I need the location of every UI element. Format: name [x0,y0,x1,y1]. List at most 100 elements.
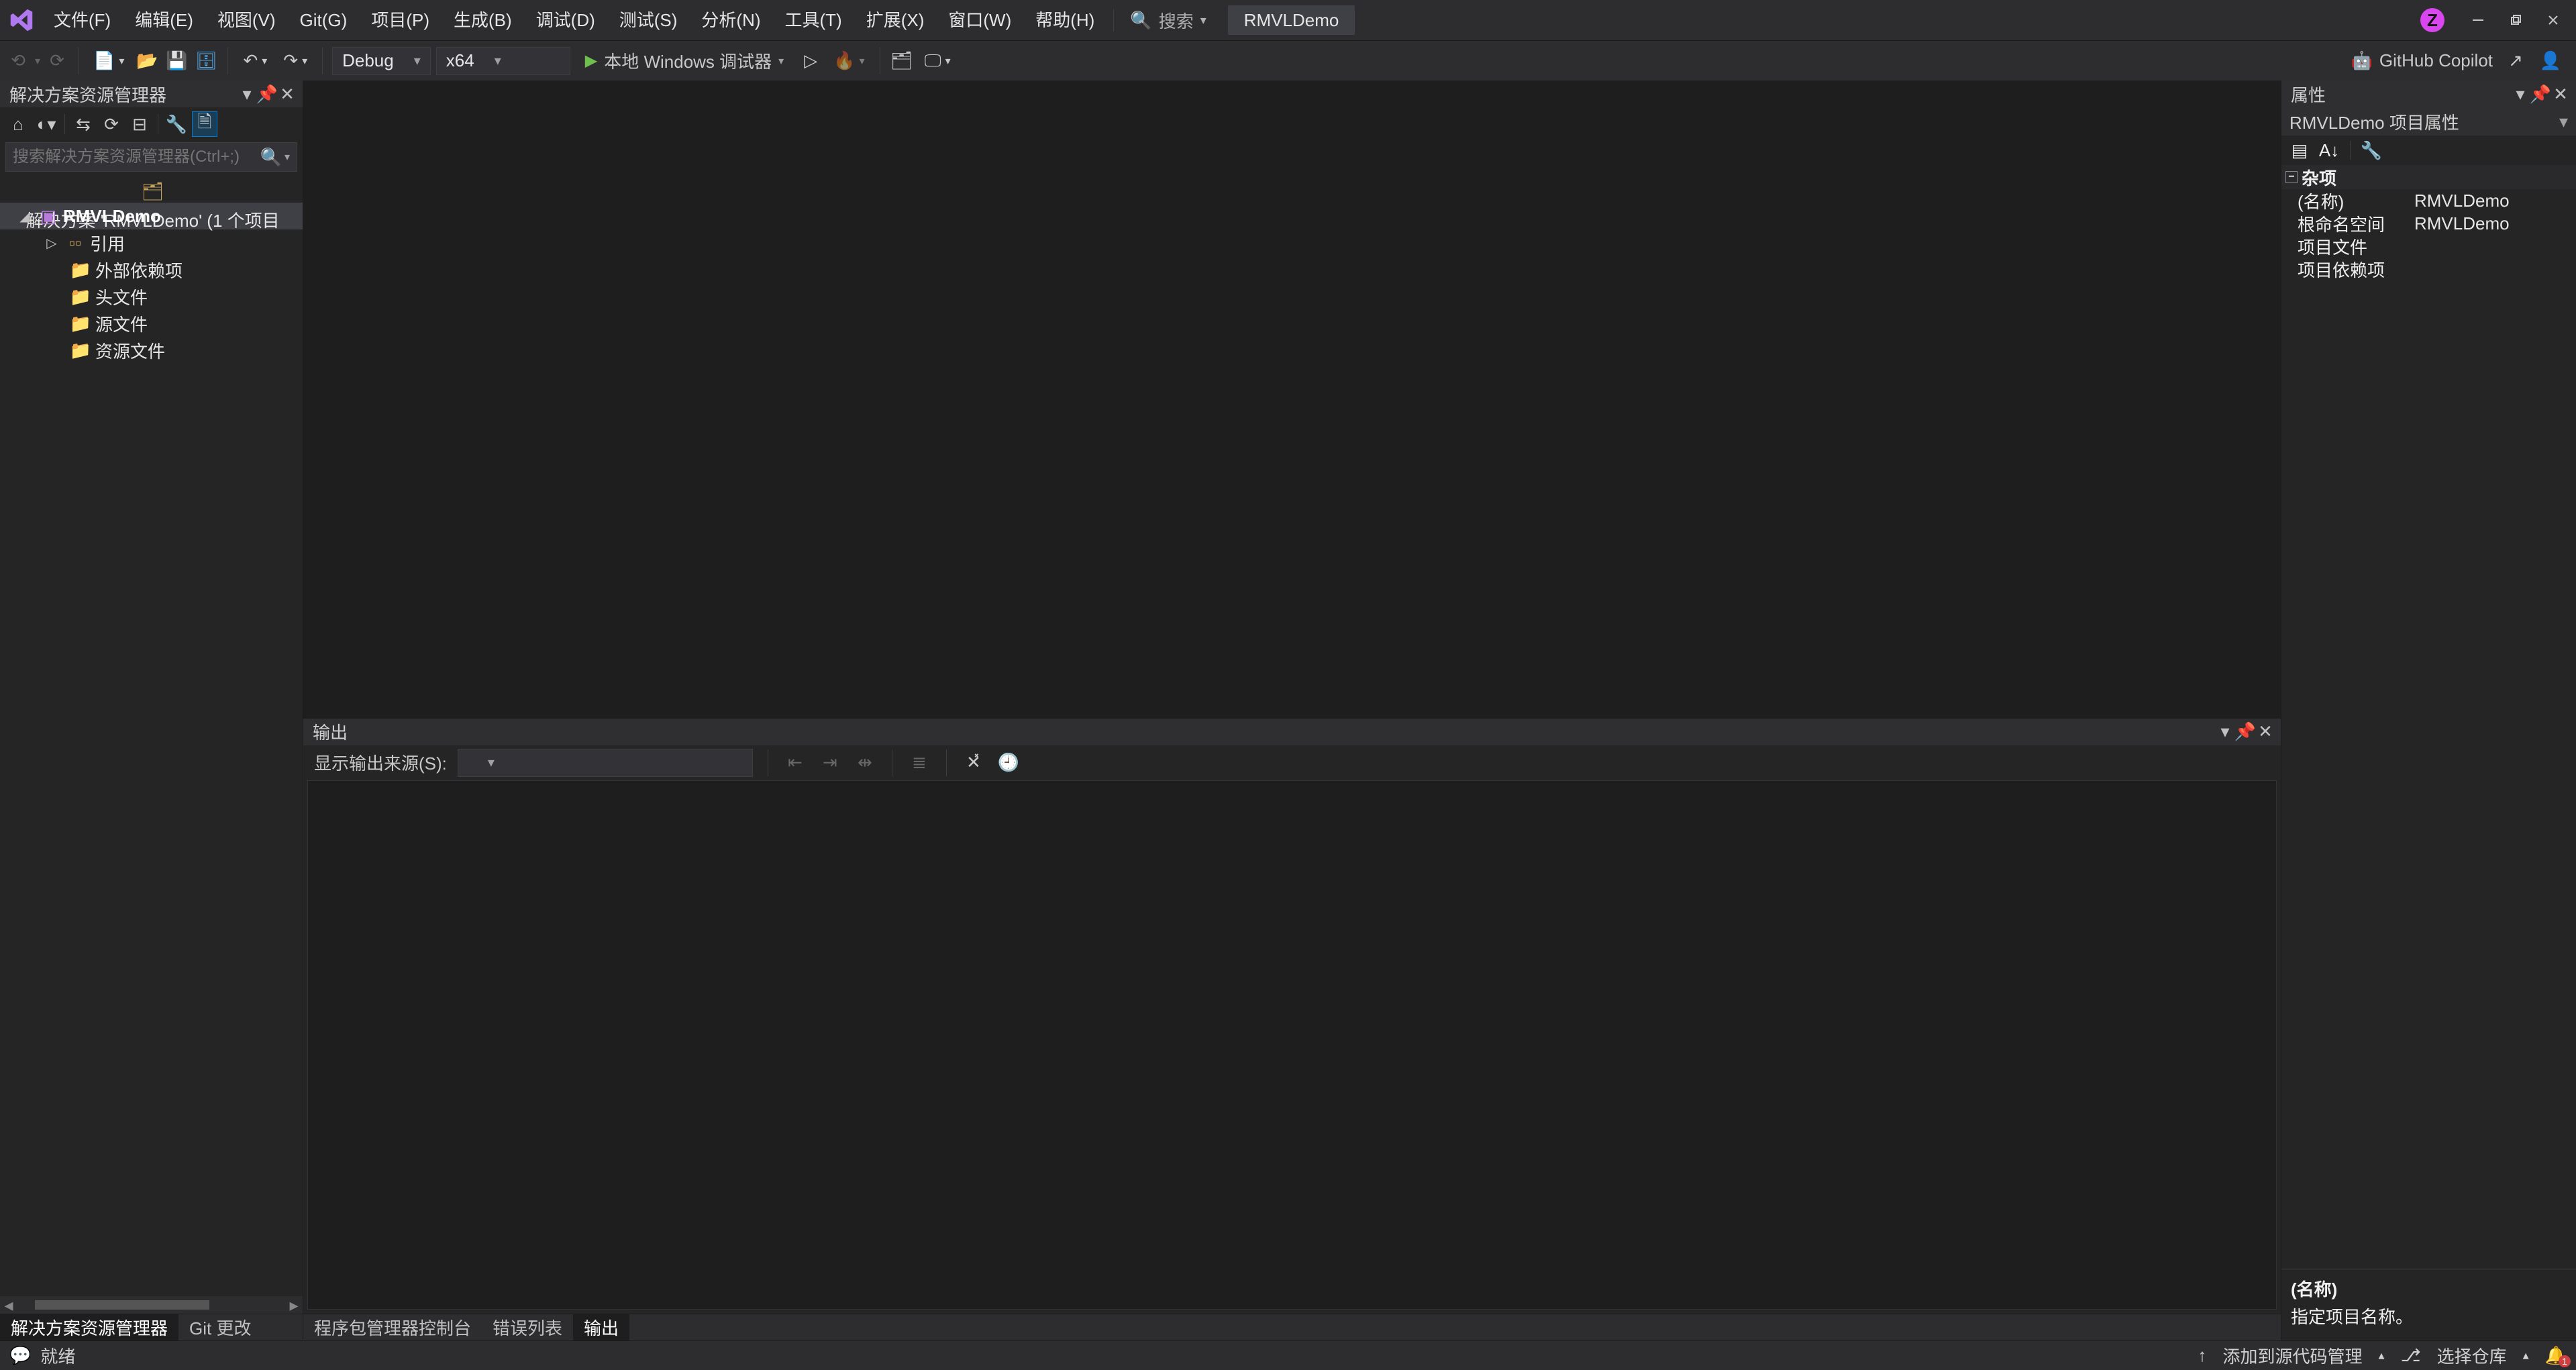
pin-icon[interactable]: 📌 [2530,84,2551,104]
start-debugging-button[interactable]: ▶ 本地 Windows 调试器 ▾ [576,47,793,75]
clear-indent-icon[interactable]: ⇹ [853,751,877,775]
indent-less-icon[interactable]: ⇤ [783,751,807,775]
title-search[interactable]: 🔍 搜索 ▾ [1121,8,1215,33]
notifications-button[interactable]: 🔔 1 [2545,1345,2567,1366]
save-all-button[interactable]: 🗄 [194,49,218,73]
timestamp-icon[interactable]: 🕘 [996,751,1021,775]
scrollbar-thumb[interactable] [35,1300,209,1310]
menu-window[interactable]: 窗口(W) [936,0,1023,40]
window-minimize[interactable] [2459,0,2497,40]
start-without-debug-button[interactable]: ▷ [798,49,823,73]
tab-output[interactable]: 输出 [573,1314,629,1340]
menu-view[interactable]: 视图(V) [205,0,288,40]
switch-view-icon[interactable]: ◐▾ [34,111,59,137]
properties-icon[interactable]: 🔧 [164,111,189,137]
expander-icon[interactable]: ◢ [16,208,34,225]
scroll-left-icon[interactable]: ◂ [0,1295,17,1316]
save-button[interactable]: 💾 [164,49,189,73]
collapse-all-icon[interactable]: ⊟ [127,111,152,137]
menu-test[interactable]: 测试(S) [607,0,690,40]
output-window-icon[interactable]: 💬 [9,1345,31,1366]
project-pill[interactable]: RMVLDemo [1228,5,1355,35]
output-title: 输出 [313,719,2215,744]
property-row-project-deps[interactable]: 项目依赖项 [2281,258,2576,280]
menu-help[interactable]: 帮助(H) [1023,0,1106,40]
window-position-icon[interactable]: ▾ [2215,722,2235,742]
word-wrap-icon[interactable]: ≣ [907,751,931,775]
window-position-icon[interactable]: ▾ [237,84,257,104]
nav-forward-icon[interactable]: ⟳ [46,50,68,72]
output-source-combo[interactable]: ▾ [458,749,753,777]
properties-object-selector[interactable]: RMVLDemo 项目属性 ▾ [2281,107,2576,136]
scroll-right-icon[interactable]: ▸ [285,1295,303,1316]
menu-project[interactable]: 项目(P) [359,0,442,40]
property-row-project-file[interactable]: 项目文件 [2281,235,2576,258]
account-settings-button[interactable]: 👤 [2538,49,2563,73]
indent-more-icon[interactable]: ⇥ [818,751,842,775]
sources-label: 源文件 [95,311,148,336]
window-close[interactable] [2534,0,2572,40]
expander-icon[interactable]: ▷ [43,235,60,252]
tab-solution-explorer[interactable]: 解决方案资源管理器 [0,1314,178,1340]
property-row-root-namespace[interactable]: 根命名空间 RMVLDemo [2281,212,2576,235]
sync-icon[interactable]: ⇆ [70,111,96,137]
add-to-source-control[interactable]: 添加到源代码管理 [2223,1343,2363,1368]
property-row-name[interactable]: (名称) RMVLDemo [2281,189,2576,212]
open-file-button[interactable]: 📂 [135,49,159,73]
solution-explorer-search[interactable]: 🔍▾ [5,142,297,172]
close-icon[interactable]: ✕ [277,84,297,104]
arrow-up-icon[interactable]: ↑ [2198,1345,2207,1366]
clear-all-icon[interactable]: ✕̽ [962,751,986,775]
live-share-dropdown[interactable]: 🖵▾ [919,49,956,73]
tab-package-manager-console[interactable]: 程序包管理器控制台 [303,1314,482,1340]
menu-git[interactable]: Git(G) [288,0,360,40]
output-text-area[interactable] [307,780,2277,1310]
sources-node[interactable]: 📁 源文件 [0,310,303,337]
collapse-icon[interactable]: − [2285,171,2298,183]
menu-analyze[interactable]: 分析(N) [689,0,772,40]
tab-git-changes[interactable]: Git 更改 [178,1314,262,1340]
select-repo[interactable]: 选择仓库 [2437,1343,2507,1368]
property-category[interactable]: − 杂项 [2281,165,2576,189]
external-deps-label: 外部依赖项 [95,258,183,282]
platform-combo[interactable]: x64 ▾ [436,47,570,75]
github-copilot-button[interactable]: 🤖 GitHub Copilot [2351,50,2493,71]
configuration-combo[interactable]: Debug ▾ [332,47,431,75]
menu-edit[interactable]: 编辑(E) [123,0,205,40]
user-avatar[interactable]: Z [2420,8,2444,32]
nav-back-icon[interactable]: ⟲ [7,50,30,72]
home-icon[interactable]: ⌂ [5,111,31,137]
menu-file[interactable]: 文件(F) [42,0,123,40]
property-pages-icon[interactable]: 🔧 [2359,138,2384,163]
horizontal-scrollbar[interactable]: ◂ ▸ [0,1296,303,1314]
window-position-icon[interactable]: ▾ [2510,84,2530,104]
undo-dropdown[interactable]: ↶ ▾ [238,49,272,73]
tab-error-list[interactable]: 错误列表 [482,1314,573,1340]
menu-build[interactable]: 生成(B) [442,0,524,40]
hot-reload-dropdown[interactable]: 🔥▾ [828,49,870,73]
external-deps-node[interactable]: 📁 外部依赖项 [0,256,303,283]
solution-node[interactable]: 🗂 解决方案 'RMVLDemo' (1 个项目 [0,176,303,203]
references-node[interactable]: ▷ ▫▫ 引用 [0,229,303,256]
categorized-icon[interactable]: ▤ [2287,138,2312,163]
share-button[interactable]: ↗ [2504,49,2528,73]
close-icon[interactable]: ✕ [2551,84,2571,104]
repo-icon[interactable]: ⎇ [2401,1345,2421,1366]
new-item-dropdown[interactable]: 📄▾ [88,49,130,73]
solution-search-input[interactable] [13,148,260,166]
pin-icon[interactable]: 📌 [257,84,277,104]
redo-dropdown[interactable]: ↷ ▾ [278,49,313,73]
menu-ext[interactable]: 扩展(X) [854,0,937,40]
alphabetical-icon[interactable]: A↓ [2316,138,2342,163]
resources-node[interactable]: 📁 资源文件 [0,337,303,364]
window-restore[interactable] [2497,0,2534,40]
close-icon[interactable]: ✕ [2255,722,2275,742]
menu-tools[interactable]: 工具(T) [773,0,854,40]
pin-icon[interactable]: 📌 [2235,722,2255,742]
properties-toolbar: ▤ A↓ 🔧 [2281,136,2576,165]
headers-node[interactable]: 📁 头文件 [0,283,303,310]
show-all-files-icon[interactable]: 🗎 [192,111,217,137]
refresh-icon[interactable]: ⟳ [99,111,124,137]
browse-button[interactable]: 🗂 [890,49,914,73]
menu-debug[interactable]: 调试(D) [524,0,607,40]
